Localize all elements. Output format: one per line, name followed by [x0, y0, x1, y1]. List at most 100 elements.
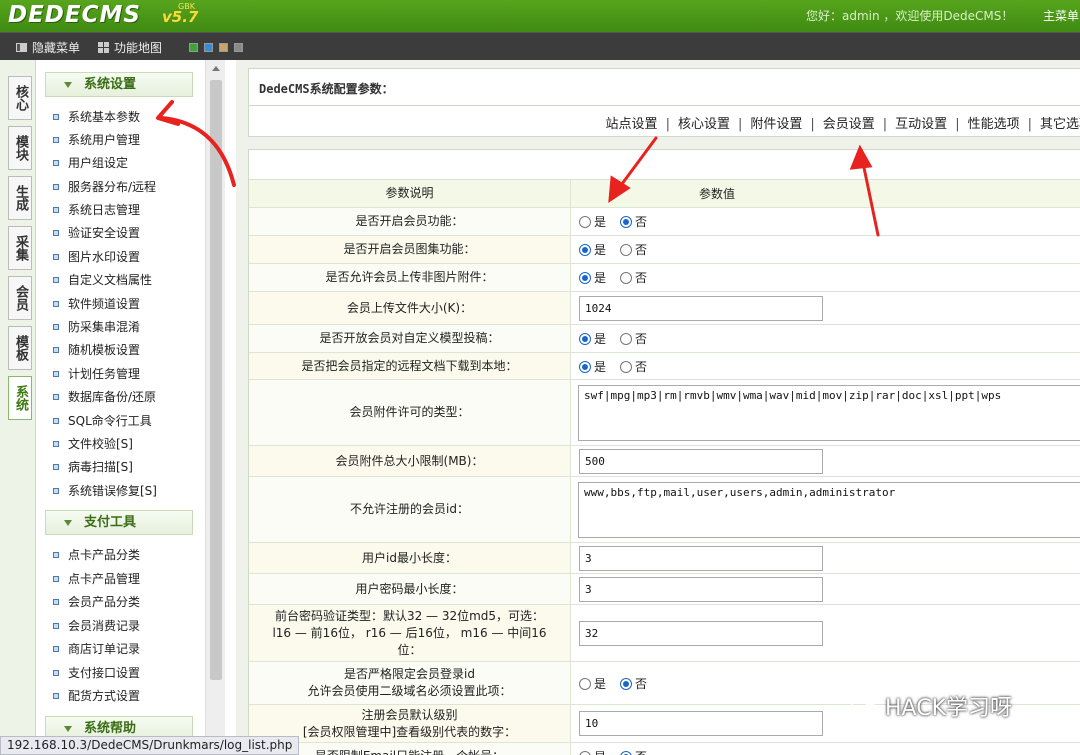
password-hash-type-input[interactable]: 32 [579, 620, 823, 646]
radio-no[interactable]: 否 [620, 330, 647, 347]
scroll-up-icon[interactable] [212, 66, 220, 71]
main-content: DedeCMS系统配置参数： 站点设置 | 核心设置 | 附件设置 | 会员设置 | 互动设置 |… [236, 60, 1080, 755]
bullet-icon [53, 230, 59, 236]
min-password-length-input[interactable]: 3 [579, 576, 823, 602]
sidebar-item[interactable]: 用户组设定 [53, 154, 128, 171]
sidebar-item[interactable]: 防采集串混淆 [53, 318, 140, 335]
settings-tab-bar: 站点设置|核心设置|附件设置|会员设置|互动设置|性能选项|其它选项 [248, 106, 1080, 137]
default-member-level-input[interactable]: 10 [579, 711, 823, 736]
sidebar-item[interactable]: 文件校验[S] [53, 435, 133, 452]
vtab-member[interactable]: 会员 [8, 276, 32, 320]
sidebar-item[interactable]: 系统用户管理 [53, 131, 140, 148]
radio-no[interactable]: 否 [620, 675, 647, 692]
radio-no[interactable]: 否 [620, 241, 647, 258]
bullet-icon [53, 160, 59, 166]
bullet-icon [53, 464, 59, 470]
vtab-template[interactable]: 模板 [8, 326, 32, 370]
bullet-icon [53, 324, 59, 330]
sidebar-item[interactable]: 计划任务管理 [53, 365, 140, 382]
hide-menu-button[interactable]: 隐藏菜单 [16, 39, 80, 56]
radio-no[interactable]: 否 [620, 213, 647, 230]
sidebar-item[interactable]: 系统基本参数 [53, 108, 140, 125]
banned-ids-textarea[interactable]: www,bbs,ftp,mail,user,users,admin,admini… [578, 482, 1080, 538]
sidebar-item[interactable]: SQL命令行工具 [53, 412, 152, 429]
bullet-icon [53, 576, 59, 582]
tab-attachment-settings[interactable]: 附件设置 [750, 117, 802, 132]
tab-member-settings[interactable]: 会员设置 [823, 117, 875, 132]
sidebar-item[interactable]: 验证安全设置 [53, 224, 140, 241]
bullet-icon [53, 488, 59, 494]
sidebar-item[interactable]: 配货方式设置 [53, 687, 140, 704]
tab-performance-options[interactable]: 性能选项 [968, 117, 1020, 132]
function-map-button[interactable]: 功能地图 [98, 39, 162, 56]
table-row: 不允许注册的会员id： www,bbs,ftp,mail,user,users,… [249, 477, 1080, 543]
sidebar-item[interactable]: 点卡产品分类 [53, 546, 140, 563]
vtab-generate[interactable]: 生成 [8, 176, 32, 220]
radio-icon [620, 360, 633, 373]
radio-checked-icon [620, 751, 633, 755]
vtab-module[interactable]: 模块 [8, 126, 32, 170]
bullet-icon [53, 623, 59, 629]
bullet-icon [53, 670, 59, 676]
bullet-icon [53, 207, 59, 213]
theme-swatch-tan[interactable] [219, 43, 228, 52]
scrollbar-thumb[interactable] [210, 80, 222, 680]
group-system-settings[interactable]: 系统设置 [45, 72, 193, 97]
radio-yes[interactable]: 是 [579, 358, 606, 375]
tab-interaction-settings[interactable]: 互动设置 [895, 117, 947, 132]
radio-yes[interactable]: 是 [579, 241, 606, 258]
theme-swatch-gray[interactable] [234, 43, 243, 52]
main-menu-link[interactable]: 主菜单 [1043, 7, 1079, 24]
tab-site-settings[interactable]: 站点设置 [606, 117, 658, 132]
bullet-icon [53, 347, 59, 353]
sidebar-item[interactable]: 数据库备份/还原 [53, 388, 156, 405]
radio-yes[interactable]: 是 [579, 748, 606, 755]
sidebar-item[interactable]: 会员产品分类 [53, 593, 140, 610]
radio-no[interactable]: 否 [620, 748, 647, 755]
sidebar-scrollbar[interactable] [205, 60, 225, 755]
sidebar-item[interactable]: 商店订单记录 [53, 640, 140, 657]
attachment-total-limit-input[interactable]: 500 [579, 448, 823, 474]
toolbar: 隐藏菜单 功能地图 [0, 32, 1080, 60]
theme-swatch-green[interactable] [189, 43, 198, 52]
sidebar-item[interactable]: 软件频道设置 [53, 295, 140, 312]
radio-yes[interactable]: 是 [579, 269, 606, 286]
group-payment-tools[interactable]: 支付工具 [45, 510, 193, 535]
table-row: 是否把会员指定的远程文档下载到本地： 是 否 [249, 353, 1080, 380]
vtab-collect[interactable]: 采集 [8, 226, 32, 270]
min-userid-length-input[interactable]: 3 [579, 545, 823, 571]
radio-icon [579, 751, 591, 755]
radio-no[interactable]: 否 [620, 358, 647, 375]
sidebar-item[interactable]: 图片水印设置 [53, 248, 140, 265]
sidebar-item[interactable]: 点卡产品管理 [53, 570, 140, 587]
upload-size-input[interactable]: 1024 [579, 295, 823, 321]
radio-checked-icon [620, 677, 633, 690]
sidebar-item[interactable]: 服务器分布/远程 [53, 178, 156, 195]
sidebar-item[interactable]: 会员消费记录 [53, 617, 140, 634]
sidebar-item[interactable]: 病毒扫描[S] [53, 458, 133, 475]
wechat-icon [851, 697, 879, 719]
theme-swatch-blue[interactable] [204, 43, 213, 52]
bullet-icon [53, 418, 59, 424]
radio-yes[interactable]: 是 [579, 330, 606, 347]
radio-no[interactable]: 否 [620, 269, 647, 286]
table-row: 用户id最小长度： 3 [249, 543, 1080, 574]
radio-yes[interactable]: 是 [579, 213, 606, 230]
radio-checked-icon [579, 272, 591, 284]
radio-yes[interactable]: 是 [579, 675, 606, 692]
vtab-system[interactable]: 系统 [8, 376, 32, 420]
dedecms-logo: DEDECMS [8, 2, 141, 28]
tab-other-options[interactable]: 其它选项 [1040, 117, 1080, 132]
tab-core-settings[interactable]: 核心设置 [678, 117, 730, 132]
sidebar-item[interactable]: 支付接口设置 [53, 664, 140, 681]
sidebar-item[interactable]: 自定义文档属性 [53, 271, 152, 288]
table-row: 会员附件总大小限制(MB)： 500 [249, 446, 1080, 477]
page-title: DedeCMS系统配置参数： [248, 68, 1080, 106]
sidebar-item[interactable]: 系统日志管理 [53, 201, 140, 218]
sidebar-item[interactable]: 系统错误修复[S] [53, 482, 157, 499]
hide-menu-icon [16, 42, 27, 53]
sidebar-item[interactable]: 随机模板设置 [53, 341, 140, 358]
radio-checked-icon [579, 360, 591, 373]
allowed-file-types-textarea[interactable]: swf|mpg|mp3|rm|rmvb|wmv|wma|wav|mid|mov|… [578, 385, 1080, 441]
vtab-core[interactable]: 核心 [8, 76, 32, 120]
